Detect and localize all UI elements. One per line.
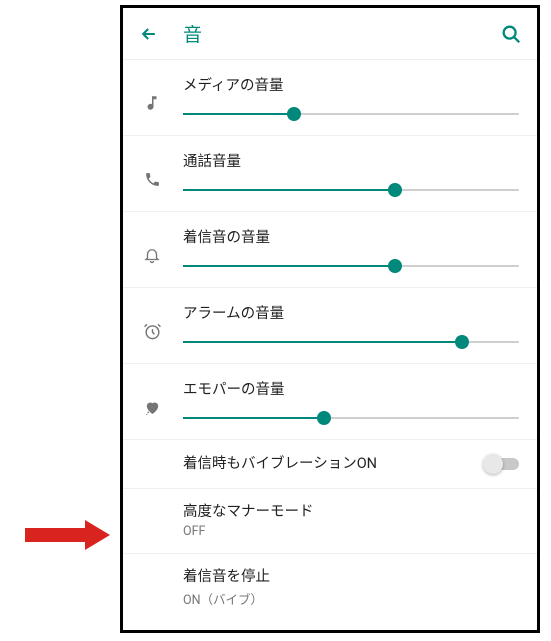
- search-icon: [500, 23, 522, 45]
- bell-icon: [141, 244, 163, 266]
- slider-label: アラームの音量: [183, 302, 519, 323]
- alarm-icon: [141, 320, 163, 342]
- slider-label: 着信音の音量: [183, 226, 519, 247]
- setting-title: 着信音を停止: [183, 568, 519, 587]
- media-volume-slider[interactable]: [183, 103, 519, 125]
- settings-list: メディアの音量 通話音量: [123, 60, 537, 622]
- stop-ringtone-row[interactable]: 着信音を停止 ON（バイブ）: [123, 554, 537, 622]
- setting-subtitle: OFF: [183, 524, 519, 539]
- arrow-left-icon: [139, 24, 159, 44]
- setting-subtitle: ON（バイブ）: [183, 589, 519, 608]
- search-button[interactable]: [499, 22, 523, 46]
- slider-label: メディアの音量: [183, 74, 519, 95]
- page-title: 音: [183, 20, 499, 47]
- setting-title: 着信時もバイブレーションON: [183, 455, 483, 474]
- alarm-volume-row: アラームの音量: [123, 288, 537, 364]
- vibrate-on-ring-row[interactable]: 着信時もバイブレーションON: [123, 440, 537, 489]
- slider-label: 通話音量: [183, 150, 519, 171]
- vibrate-toggle[interactable]: [483, 454, 519, 474]
- media-volume-row: メディアの音量: [123, 60, 537, 136]
- setting-title: 高度なマナーモード: [183, 503, 519, 522]
- music-note-icon: [141, 92, 163, 114]
- heart-icon: [141, 396, 163, 418]
- call-volume-row: 通話音量: [123, 136, 537, 212]
- emopa-volume-slider[interactable]: [183, 407, 519, 429]
- phone-icon: [141, 168, 163, 190]
- alarm-volume-slider[interactable]: [183, 331, 519, 353]
- call-volume-slider[interactable]: [183, 179, 519, 201]
- phone-frame: 音 メディアの音量: [120, 5, 540, 633]
- do-not-disturb-row[interactable]: 高度なマナーモード OFF: [123, 489, 537, 554]
- ring-volume-row: 着信音の音量: [123, 212, 537, 288]
- ring-volume-slider[interactable]: [183, 255, 519, 277]
- pointer-arrow: [5, 520, 120, 550]
- app-header: 音: [123, 8, 537, 60]
- slider-label: エモパーの音量: [183, 378, 519, 399]
- emopa-volume-row: エモパーの音量: [123, 364, 537, 440]
- back-button[interactable]: [137, 22, 161, 46]
